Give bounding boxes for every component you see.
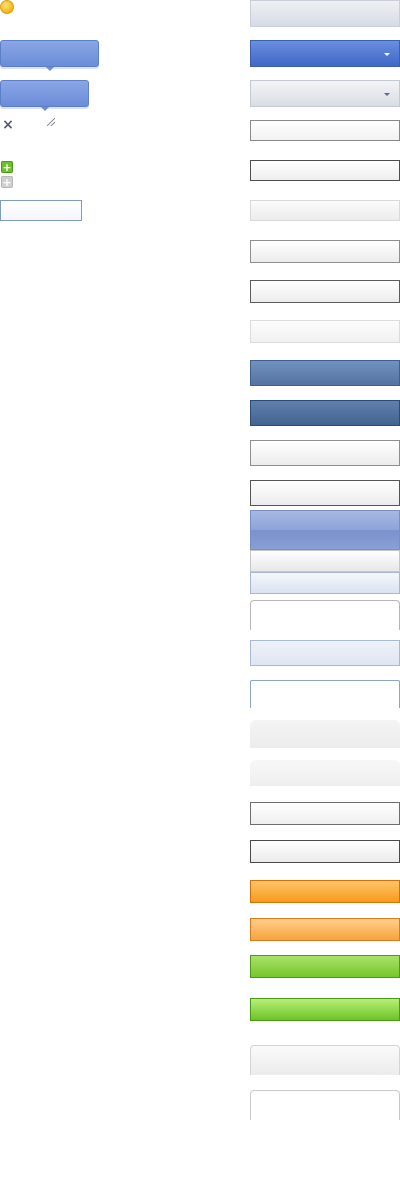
panel-header-blue [250,510,400,550]
window-frame-white [250,1090,400,1120]
tooltip-sprite-small [0,80,89,111]
button-blue[interactable] [250,360,400,386]
button-disabled [250,320,400,343]
window-frame-gray [250,1045,400,1075]
info-icon [0,0,14,14]
close-icon[interactable]: × [2,118,14,132]
button-green-hover[interactable] [250,998,400,1021]
button-orange-hover[interactable] [250,918,400,941]
text-field-small[interactable] [0,200,82,221]
tab-outline[interactable] [250,680,400,708]
plus-disabled-icon: + [1,176,13,189]
chevron-down-icon [384,93,390,96]
menu-item-pressed[interactable] [250,840,400,863]
text-field-normal[interactable] [250,120,400,141]
tab-disabled [250,760,400,786]
toolbar-button[interactable] [250,440,400,466]
tab-active[interactable] [250,600,400,630]
combo-box-gray[interactable] [250,80,400,107]
tab-hover[interactable] [250,640,400,666]
button-green[interactable] [250,955,400,978]
chevron-down-icon [384,53,390,56]
tab-inactive[interactable] [250,720,400,748]
plus-icon[interactable]: + [1,161,13,173]
text-field-focus[interactable] [250,160,400,181]
button-default[interactable] [250,240,400,263]
text-field-disabled [250,200,400,221]
button-blue-pressed[interactable] [250,400,400,426]
menu-item[interactable] [250,802,400,825]
button-pressed[interactable] [250,280,400,303]
toolbar-button-pressed[interactable] [250,480,400,506]
resize-grip-icon[interactable] [47,118,55,126]
grid-header-gray [250,550,400,572]
tooltip-sprite-large [0,40,99,71]
grid-row-selected[interactable] [250,572,400,594]
combo-box-blue[interactable] [250,40,400,67]
header-bar-gray [250,0,400,27]
button-orange[interactable] [250,880,400,903]
